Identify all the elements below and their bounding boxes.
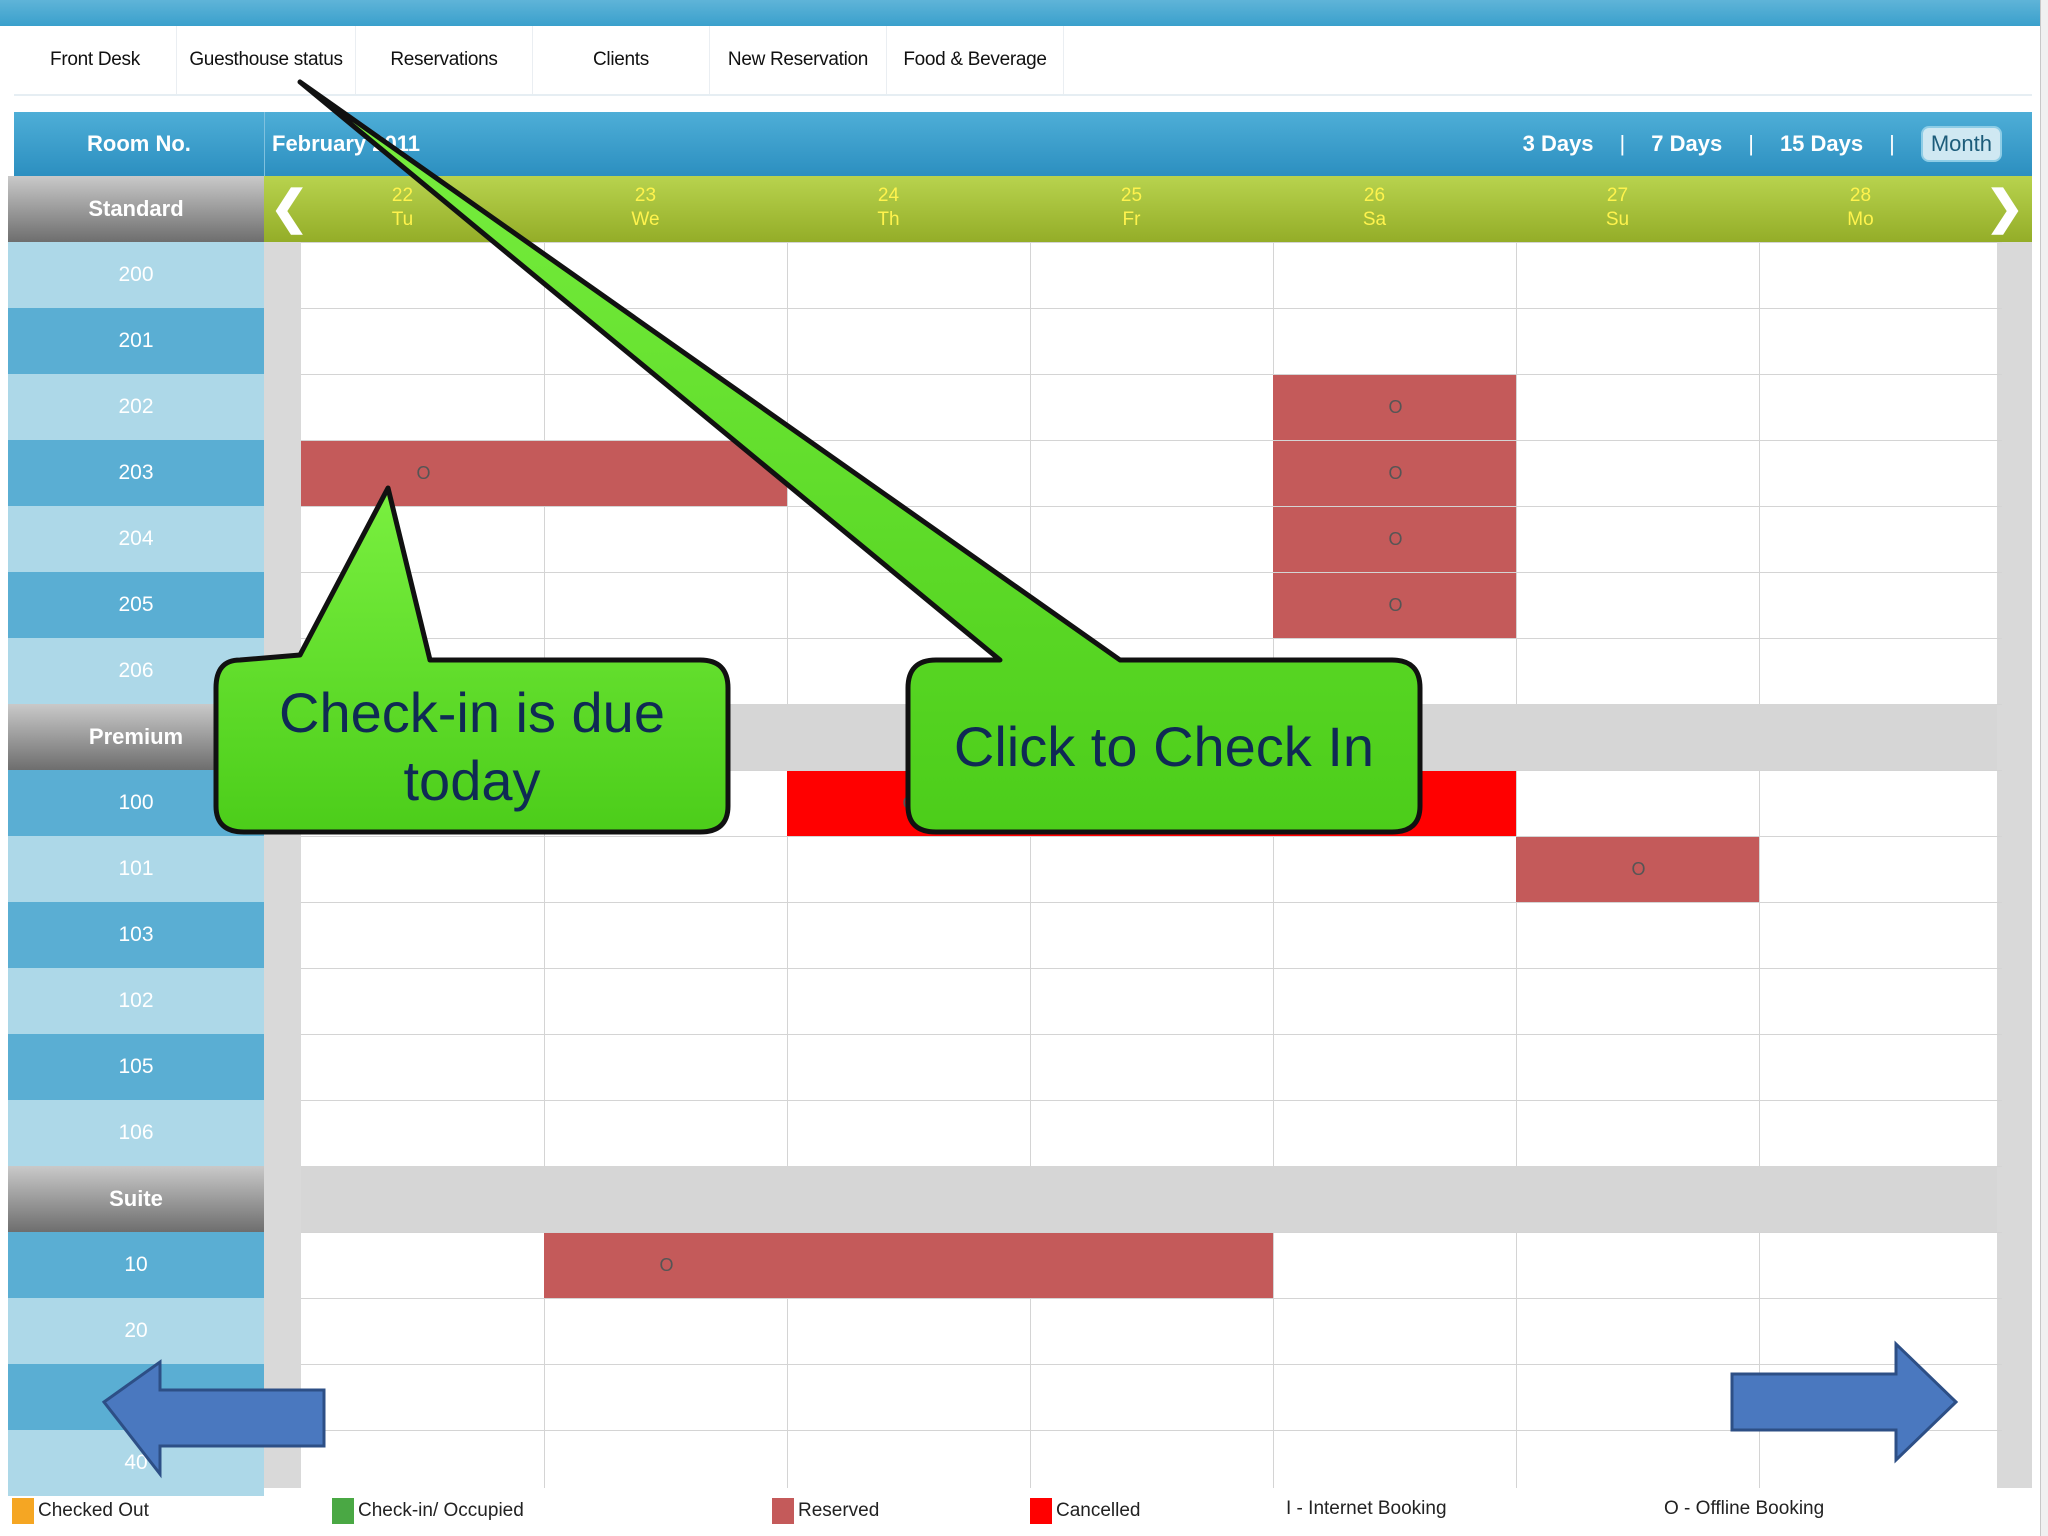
legend-internet: I - Internet Booking bbox=[1286, 1498, 1447, 1520]
legend-checked-in: Check-in/ Occupied bbox=[332, 1498, 524, 1524]
callout-checkin-line2: today bbox=[404, 749, 541, 812]
legend-reserved-label: Reserved bbox=[798, 1500, 880, 1521]
legend: Checked Out Check-in/ Occupied Reserved … bbox=[0, 1494, 2048, 1536]
legend-internet-label: I - Internet Booking bbox=[1286, 1498, 1447, 1519]
legend-cancelled: Cancelled bbox=[1030, 1498, 1141, 1524]
callout-checkin-line1: Check-in is due bbox=[279, 681, 665, 744]
annotation-overlay: Check-in is due today Click to Check In bbox=[101, 79, 1959, 1479]
arrow-left-icon[interactable] bbox=[101, 1359, 326, 1479]
legend-reserved: Reserved bbox=[772, 1498, 879, 1524]
callout-click-checkin-text: Click to Check In bbox=[954, 715, 1374, 778]
legend-checked-in-label: Check-in/ Occupied bbox=[358, 1500, 524, 1521]
checked-in-swatch bbox=[332, 1498, 354, 1524]
legend-checked-out: Checked Out bbox=[12, 1498, 149, 1524]
legend-checked-out-label: Checked Out bbox=[38, 1500, 149, 1521]
reserved-swatch bbox=[772, 1498, 794, 1524]
legend-offline: O - Offline Booking bbox=[1664, 1498, 1824, 1520]
arrow-right-icon[interactable] bbox=[1730, 1340, 1959, 1464]
legend-offline-label: O - Offline Booking bbox=[1664, 1498, 1825, 1519]
checked-out-swatch bbox=[12, 1498, 34, 1524]
vertical-scrollbar[interactable] bbox=[2040, 0, 2048, 1536]
callout-checkin-due: Check-in is due today bbox=[213, 485, 731, 835]
cancelled-swatch bbox=[1030, 1498, 1052, 1524]
legend-cancelled-label: Cancelled bbox=[1056, 1500, 1141, 1521]
